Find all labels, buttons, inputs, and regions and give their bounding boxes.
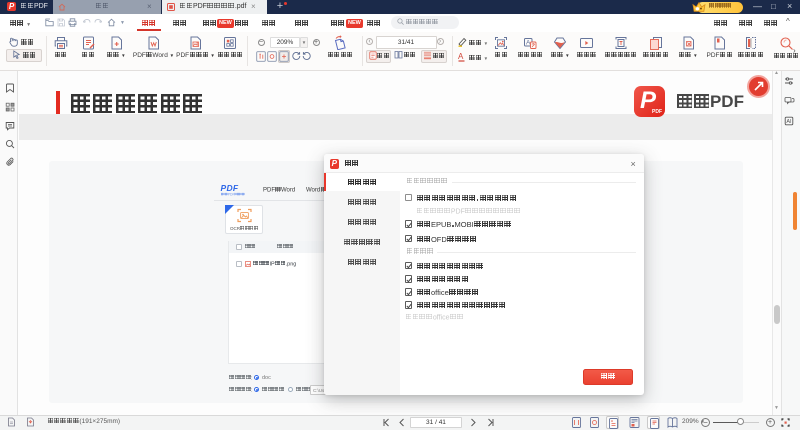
svg-text:AI: AI <box>786 119 792 125</box>
svg-text:A: A <box>458 52 464 61</box>
